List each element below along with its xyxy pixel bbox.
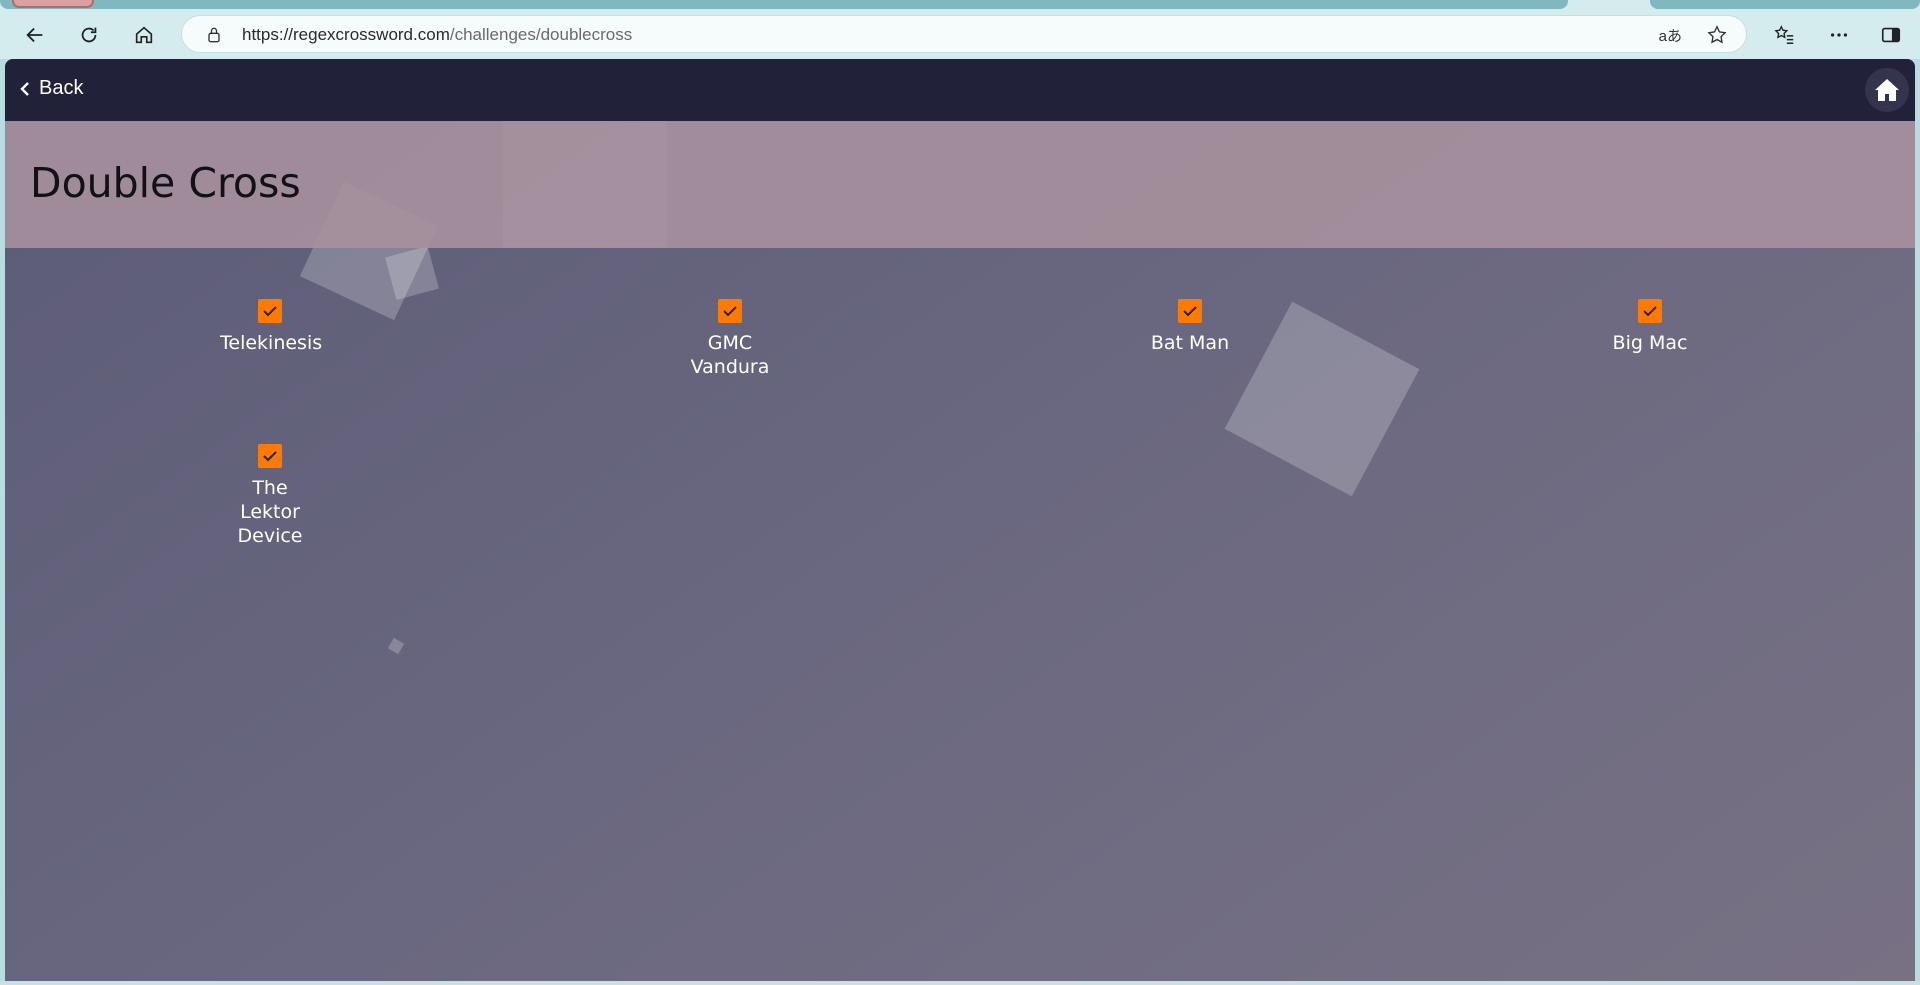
checkmark-icon bbox=[1183, 306, 1197, 317]
page-title: Double Cross bbox=[30, 159, 301, 207]
bottom-edge bbox=[0, 981, 1920, 985]
challenge-label: Telekinesis bbox=[220, 332, 323, 354]
favorites-button[interactable] bbox=[1768, 18, 1802, 52]
sidebar-toggle-button[interactable] bbox=[1874, 18, 1908, 52]
challenge-item-big-mac[interactable]: Big Mac bbox=[1560, 299, 1740, 355]
decor-square bbox=[387, 637, 405, 655]
back-nav-button[interactable] bbox=[18, 18, 52, 52]
favorite-star-icon[interactable] bbox=[1706, 24, 1728, 46]
tab-bar-right bbox=[1650, 0, 1920, 9]
more-menu-button[interactable] bbox=[1822, 18, 1856, 52]
home-icon bbox=[1875, 79, 1899, 101]
url-domain: https://regexcrossword.com bbox=[242, 25, 450, 44]
tab-strip bbox=[0, 0, 1920, 9]
checkmark-icon bbox=[263, 451, 277, 462]
url-path: /challenges/doublecross bbox=[449, 25, 633, 44]
completed-checkbox bbox=[718, 299, 742, 323]
refresh-icon bbox=[81, 27, 97, 43]
challenge-item-the-lektor-device[interactable]: The Lektor Device bbox=[180, 444, 360, 548]
arrow-left-icon bbox=[26, 27, 43, 43]
chevron-left-icon bbox=[20, 81, 29, 96]
active-tab[interactable] bbox=[12, 0, 94, 8]
home-outline-icon bbox=[135, 26, 153, 44]
challenge-item-gmc-vandura[interactable]: GMC Vandura bbox=[640, 299, 820, 379]
challenge-label: Big Mac bbox=[1612, 332, 1688, 354]
checkmark-icon bbox=[263, 306, 277, 317]
sidebar-icon bbox=[1881, 27, 1901, 43]
home-button[interactable] bbox=[1865, 68, 1909, 112]
lock-icon[interactable] bbox=[204, 25, 224, 45]
completed-checkbox bbox=[258, 444, 282, 468]
site-navbar: Back bbox=[5, 59, 1915, 121]
back-label: Back bbox=[39, 77, 84, 99]
challenge-label: GMC Vandura bbox=[690, 332, 770, 378]
back-link[interactable]: Back bbox=[19, 77, 83, 100]
address-bar[interactable]: https://regexcrossword.com/challenges/do… bbox=[181, 15, 1747, 53]
completed-checkbox bbox=[258, 299, 282, 323]
read-aloud-icon[interactable]: aあ bbox=[1659, 25, 1682, 46]
favorites-list-icon bbox=[1774, 25, 1794, 44]
challenge-item-bat-man[interactable]: Bat Man bbox=[1100, 299, 1280, 355]
challenge-item-telekinesis[interactable]: Telekinesis bbox=[180, 299, 360, 355]
challenge-label: Bat Man bbox=[1150, 332, 1230, 354]
completed-checkbox bbox=[1178, 299, 1202, 323]
challenge-label: The Lektor Device bbox=[237, 477, 303, 547]
checkmark-icon bbox=[723, 306, 737, 317]
tab-bar-left bbox=[0, 0, 1568, 9]
completed-checkbox bbox=[1638, 299, 1662, 323]
url-text[interactable]: https://regexcrossword.com/challenges/do… bbox=[242, 25, 632, 45]
ellipsis-icon bbox=[1830, 33, 1848, 37]
home-nav-button[interactable] bbox=[127, 18, 161, 52]
browser-toolbar: https://regexcrossword.com/challenges/do… bbox=[0, 9, 1920, 59]
reload-button[interactable] bbox=[72, 18, 106, 52]
checkmark-icon bbox=[1643, 306, 1657, 317]
page-viewport: Back Double Cross Telekinesis GMC Vandur… bbox=[5, 59, 1915, 981]
